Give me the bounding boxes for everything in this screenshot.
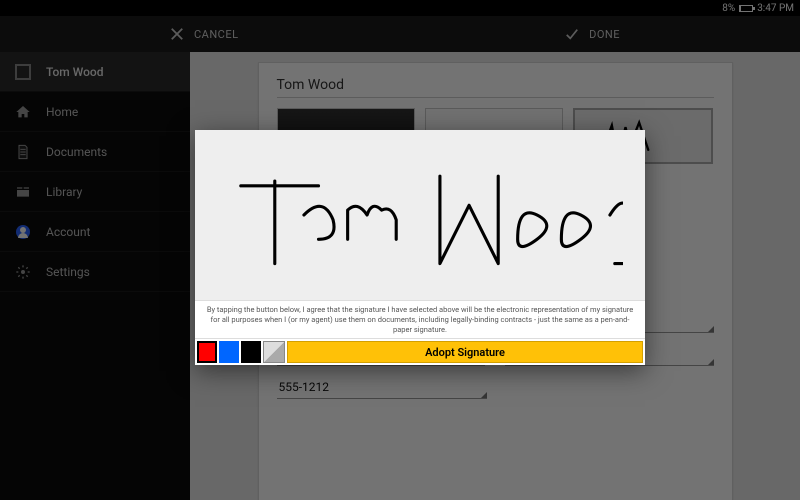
color-swatch-black[interactable] [241, 341, 261, 363]
color-swatch-blue[interactable] [219, 341, 239, 363]
screen: 8% 3:47 PM CANCEL DONE Tom Wood Home Doc… [0, 0, 800, 500]
signature-toolbar: Adopt Signature [195, 339, 645, 365]
eraser-tool[interactable] [263, 341, 285, 363]
color-swatch-red[interactable] [197, 341, 217, 363]
drawn-signature [218, 147, 623, 283]
adopt-signature-button[interactable]: Adopt Signature [287, 341, 643, 363]
signature-modal: By tapping the button below, I agree tha… [195, 130, 645, 365]
signature-canvas[interactable] [195, 130, 645, 300]
adopt-label: Adopt Signature [425, 346, 505, 359]
signature-disclaimer: By tapping the button below, I agree tha… [195, 300, 645, 339]
